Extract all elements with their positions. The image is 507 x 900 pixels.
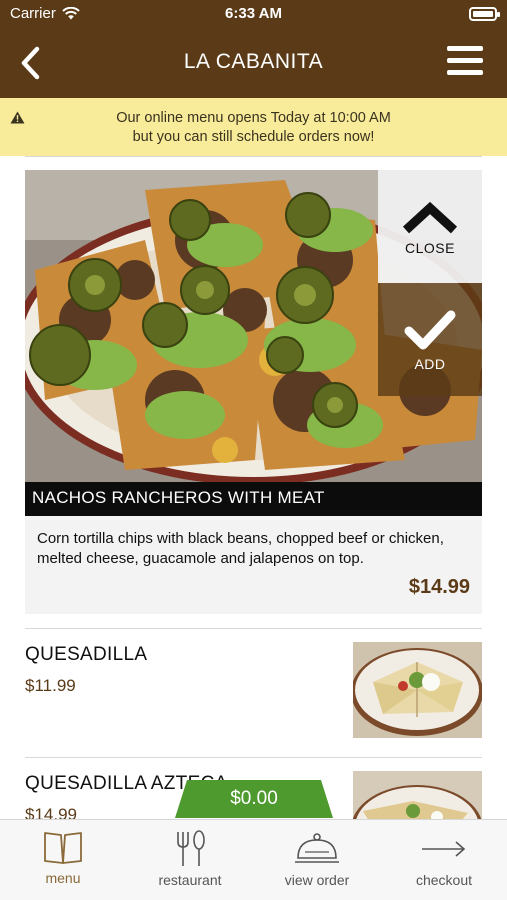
menu-item[interactable]: QUESADILLA $11.99: [25, 630, 482, 738]
tab-menu[interactable]: menu: [0, 820, 126, 900]
restaurant-title: LA CABANITA: [183, 50, 324, 73]
divider: [25, 757, 482, 758]
tab-checkout-label: checkout: [415, 872, 473, 888]
cart-total: $0.00: [230, 788, 278, 809]
item-name: NACHOS RANCHEROS WITH MEAT: [25, 482, 482, 516]
close-label: CLOSE: [405, 240, 455, 256]
item-description: Corn tortilla chips with black beans, ch…: [37, 530, 444, 567]
chevron-up-icon: [402, 201, 458, 234]
book-icon: [44, 832, 82, 864]
hamburger-menu-button[interactable]: [447, 45, 483, 77]
checkmark-icon: [404, 310, 456, 350]
tab-checkout[interactable]: checkout: [381, 820, 507, 900]
hamburger-icon-bar: [447, 70, 483, 75]
hamburger-icon-bar: [447, 58, 483, 63]
add-button[interactable]: ADD: [378, 283, 482, 396]
navigation-bar: LA CABANITA: [0, 28, 507, 98]
menu-item-price: $11.99: [25, 676, 76, 695]
battery-icon: [469, 7, 500, 21]
warning-icon: [10, 111, 25, 124]
cloche-icon: [295, 833, 339, 863]
divider: [25, 628, 482, 629]
add-label: ADD: [414, 356, 446, 372]
item-price: $14.99: [408, 576, 470, 598]
close-button[interactable]: CLOSE: [378, 170, 482, 283]
arrow-right-icon: [422, 841, 466, 857]
status-bar: Carrier 6:33 AM: [0, 0, 507, 28]
notice-line-2: but you can still schedule orders now!: [132, 129, 375, 145]
fork-knife-icon: [177, 830, 205, 866]
divider: [25, 156, 482, 157]
tab-view-order[interactable]: view order: [254, 820, 380, 900]
quesadilla-photo: [353, 642, 482, 738]
tab-restaurant-label: restaurant: [158, 872, 222, 888]
tab-restaurant[interactable]: restaurant: [127, 820, 253, 900]
tab-view-order-label: view order: [284, 872, 350, 888]
clock: 6:33 AM: [225, 5, 282, 22]
tab-bar: menu restaurant view order checkout: [0, 819, 507, 900]
expanded-menu-item-card: NACHOS RANCHEROS WITH MEAT CLOSE ADD Cor…: [25, 170, 482, 614]
hamburger-icon: [447, 46, 483, 51]
menu-item-name: QUESADILLA: [25, 644, 148, 665]
cart-total-button[interactable]: $0.00: [175, 780, 333, 818]
tab-menu-label: menu: [45, 870, 81, 886]
notice-line-1: Our online menu opens Today at 10:00 AM: [116, 110, 391, 126]
menu-hours-notice: Our online menu opens Today at 10:00 AM …: [0, 98, 507, 156]
